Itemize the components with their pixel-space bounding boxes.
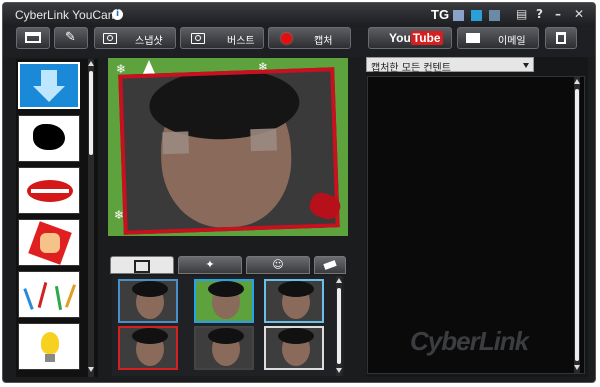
gallery-thumb[interactable] [264, 326, 324, 370]
capture-button[interactable]: 캡처 [268, 27, 351, 49]
punch-icon[interactable] [18, 219, 80, 266]
gallery-thumb[interactable] [118, 279, 178, 323]
app-title: CyberLink YouCam [15, 8, 118, 22]
title-bar: CyberLink YouCam i TG ▤ ? – ✕ [3, 3, 595, 27]
trash-icon [556, 32, 566, 44]
cyberlink-watermark: CyberLink [410, 326, 529, 356]
record-icon [281, 33, 292, 44]
minimize-icon[interactable]: – [555, 7, 561, 21]
captured-gallery [112, 276, 344, 376]
smiley-icon: ☺ [272, 258, 284, 271]
burst-label: 버스트 [227, 36, 255, 47]
chevron-down-icon [523, 63, 529, 68]
camera-icon [103, 33, 117, 44]
open-folder-button[interactable] [16, 27, 50, 49]
effects-scrollbar[interactable] [88, 59, 94, 377]
photo-frame [118, 67, 340, 235]
settings-icon[interactable]: ▤ [516, 7, 527, 21]
scroll-down-arrow-icon[interactable] [574, 365, 580, 370]
snapshot-label: 스냅샷 [135, 36, 163, 47]
email-button[interactable]: 이메일 [457, 27, 539, 49]
magic-wand-icon: ✦ [205, 258, 215, 271]
tab-emotions[interactable]: ☺ [246, 256, 310, 274]
skin-swatch-2[interactable] [471, 10, 482, 21]
tab-magic[interactable]: ✦ [178, 256, 242, 274]
email-label: 이메일 [498, 36, 526, 47]
effects-panel [16, 59, 98, 377]
content-scrollbar[interactable] [574, 77, 580, 373]
camera-preview: ❄ ❄ ❄ [108, 58, 348, 236]
snowflake-icon: ❄ [114, 208, 125, 222]
info-icon[interactable]: i [112, 9, 123, 20]
camera-icon [191, 33, 205, 44]
download-arrow-icon[interactable] [18, 62, 80, 109]
scroll-thumb[interactable] [89, 71, 93, 155]
gallery-thumb[interactable] [118, 326, 178, 370]
scroll-thumb[interactable] [337, 288, 341, 364]
youtube-button[interactable]: You Tube [368, 27, 452, 49]
delete-button[interactable] [545, 27, 577, 49]
burst-button[interactable]: 버스트 [180, 27, 264, 49]
tg-label[interactable]: TG [431, 7, 449, 22]
scroll-thumb[interactable] [575, 89, 579, 361]
lightbulb-icon[interactable] [18, 323, 80, 370]
wrench-icon: ✎ [65, 30, 76, 45]
envelope-icon [466, 33, 480, 43]
eraser-icon [323, 260, 337, 270]
tools-button[interactable]: ✎ [54, 27, 88, 49]
gallery-scrollbar[interactable] [336, 276, 342, 376]
capture-label: 캡처 [314, 36, 333, 47]
gallery-thumb[interactable] [194, 279, 254, 323]
gallery-thumb[interactable] [264, 279, 324, 323]
close-icon[interactable]: ✕ [574, 7, 584, 21]
scroll-down-arrow-icon[interactable] [336, 368, 342, 373]
gallery-thumb[interactable] [194, 326, 254, 370]
skin-swatch-1[interactable] [453, 10, 464, 21]
folder-icon [25, 32, 41, 43]
scroll-down-arrow-icon[interactable] [88, 367, 94, 372]
tab-frames[interactable] [110, 256, 174, 274]
scroll-up-arrow-icon[interactable] [336, 278, 342, 283]
tab-eraser[interactable] [314, 256, 346, 274]
content-filter-select[interactable]: 캡처한 모든 컨텐트 [366, 57, 534, 74]
help-icon[interactable]: ? [536, 7, 543, 21]
youtube-you-text: You [389, 31, 411, 45]
scroll-up-arrow-icon[interactable] [574, 79, 580, 84]
scroll-up-arrow-icon[interactable] [88, 61, 94, 66]
skin-swatch-3[interactable] [489, 10, 500, 21]
effect-tabs: ✦ ☺ [108, 256, 348, 276]
censor-block-left [162, 131, 190, 155]
snapshot-button[interactable]: 스냅샷 [94, 27, 176, 49]
bird-icon[interactable] [18, 115, 80, 162]
censor-block-right [250, 128, 278, 152]
youtube-tube-text: Tube [410, 31, 443, 45]
content-filter-value: 캡처한 모든 컨텐트 [371, 63, 451, 74]
confetti-icon[interactable] [18, 271, 80, 318]
lips-icon[interactable] [18, 167, 80, 214]
youtube-icon: You Tube [389, 31, 443, 45]
frame-icon [134, 260, 150, 273]
